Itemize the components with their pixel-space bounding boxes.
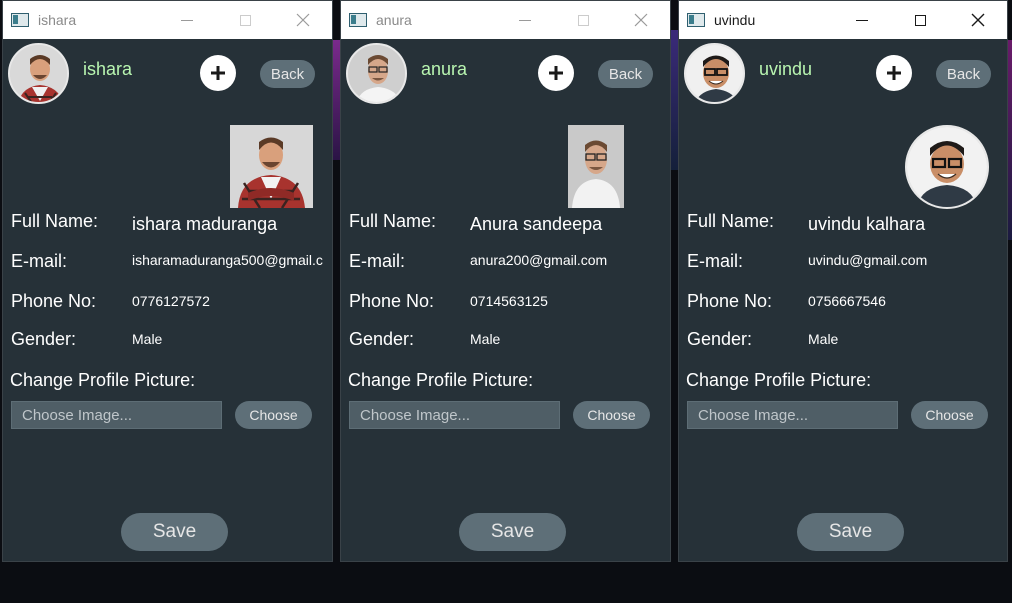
avatar-photo — [348, 45, 405, 102]
plus-icon — [211, 66, 225, 80]
add-button[interactable] — [538, 55, 574, 91]
app-icon — [349, 13, 367, 27]
maximize-icon — [239, 14, 251, 26]
maximize-button[interactable] — [216, 1, 274, 39]
phone-label: Phone No: — [349, 291, 435, 311]
profile-picture — [568, 125, 624, 208]
window-title: uvindu — [714, 12, 756, 28]
full-name-value: ishara maduranga — [132, 214, 278, 234]
image-path-field[interactable]: Choose Image... — [349, 401, 560, 429]
maximize-icon — [914, 14, 926, 26]
minimize-icon — [856, 19, 868, 21]
gender-value: Male — [132, 331, 163, 347]
change-picture-label: Change Profile Picture: — [348, 370, 534, 390]
email-value: uvindu@gmail.com — [808, 252, 928, 268]
save-button[interactable]: Save — [459, 513, 566, 551]
gender-label: Gender: — [687, 329, 753, 349]
phone-label: Phone No: — [11, 291, 97, 311]
change-picture-label: Change Profile Picture: — [686, 370, 872, 390]
email-label: E-mail: — [349, 251, 406, 271]
close-icon — [296, 13, 310, 27]
change-picture-label: Change Profile Picture: — [10, 370, 196, 390]
email-value: anura200@gmail.com — [470, 252, 608, 268]
profile-window-uvindu: uvindu uvindu Back Full Name: uvindu kal… — [678, 0, 1008, 562]
close-button[interactable] — [612, 1, 670, 39]
avatar-photo — [10, 45, 67, 102]
avatar — [346, 43, 407, 104]
gender-label: Gender: — [11, 329, 77, 349]
close-button[interactable] — [949, 1, 1007, 39]
profile-window-ishara: ishara ishara Back Full Name: ishara mad… — [2, 0, 333, 562]
choose-image-button[interactable]: Choose — [573, 401, 650, 429]
minimize-button[interactable] — [496, 1, 554, 39]
image-path-field[interactable]: Choose Image... — [687, 401, 898, 429]
username: uvindu — [759, 59, 813, 79]
back-button[interactable]: Back — [936, 60, 991, 88]
app-icon — [687, 13, 705, 27]
minimize-icon — [181, 19, 193, 21]
gender-value: Male — [808, 331, 839, 347]
profile-photo — [230, 125, 313, 208]
full-name-label: Full Name: — [687, 211, 775, 231]
avatar — [684, 43, 745, 104]
phone-value: 0714563125 — [470, 293, 548, 309]
full-name-value: Anura sandeepa — [470, 214, 603, 234]
gender-value: Male — [470, 331, 501, 347]
profile-picture — [230, 125, 313, 208]
email-value: isharamaduranga500@gmail.c — [132, 252, 323, 268]
maximize-button[interactable] — [891, 1, 949, 39]
plus-icon — [549, 66, 563, 80]
avatar-photo — [686, 45, 743, 102]
window-title: ishara — [38, 12, 77, 28]
minimize-button[interactable] — [833, 1, 891, 39]
window-title: anura — [376, 12, 412, 28]
avatar — [8, 43, 69, 104]
full-name-value: uvindu kalhara — [808, 214, 926, 234]
phone-value: 0776127572 — [132, 293, 210, 309]
email-label: E-mail: — [687, 251, 744, 271]
username: ishara — [83, 59, 133, 79]
close-button[interactable] — [274, 1, 332, 39]
choose-image-button[interactable]: Choose — [235, 401, 312, 429]
add-button[interactable] — [876, 55, 912, 91]
back-button[interactable]: Back — [598, 60, 653, 88]
full-name-label: Full Name: — [349, 211, 437, 231]
minimize-icon — [519, 19, 531, 21]
profile-photo — [907, 127, 987, 207]
app-icon — [11, 13, 29, 27]
image-path-field[interactable]: Choose Image... — [11, 401, 222, 429]
choose-image-button[interactable]: Choose — [911, 401, 988, 429]
gender-label: Gender: — [349, 329, 415, 349]
save-button[interactable]: Save — [121, 513, 228, 551]
email-label: E-mail: — [11, 251, 68, 271]
maximize-button[interactable] — [554, 1, 612, 39]
title-bar[interactable]: uvindu — [679, 1, 1007, 39]
full-name-label: Full Name: — [11, 211, 99, 231]
profile-picture — [905, 125, 989, 209]
profile-photo — [568, 125, 624, 208]
phone-label: Phone No: — [687, 291, 773, 311]
profile-window-anura: anura anura Back Full Name: Anura sandee… — [340, 0, 671, 562]
close-icon — [634, 13, 648, 27]
save-button[interactable]: Save — [797, 513, 904, 551]
maximize-icon — [577, 14, 589, 26]
close-icon — [971, 13, 985, 27]
username: anura — [421, 59, 468, 79]
back-button[interactable]: Back — [260, 60, 315, 88]
title-bar[interactable]: anura — [341, 1, 670, 39]
plus-icon — [887, 66, 901, 80]
add-button[interactable] — [200, 55, 236, 91]
title-bar[interactable]: ishara — [3, 1, 332, 39]
minimize-button[interactable] — [158, 1, 216, 39]
phone-value: 0756667546 — [808, 293, 886, 309]
